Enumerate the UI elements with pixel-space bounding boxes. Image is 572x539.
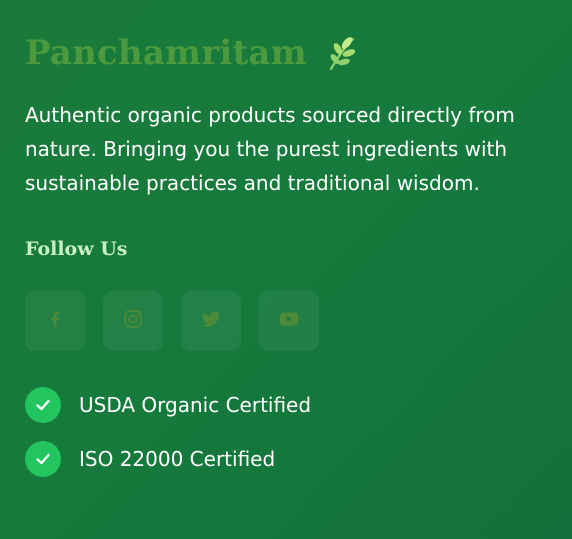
youtube-icon	[278, 308, 300, 334]
certification-item: ISO 22000 Certified	[25, 441, 555, 477]
brand-description: Authentic organic products sourced direc…	[25, 103, 515, 195]
certification-item: USDA Organic Certified	[25, 387, 555, 423]
leaf-icon	[325, 35, 359, 71]
facebook-icon	[44, 308, 66, 334]
certification-label: ISO 22000 Certified	[79, 447, 276, 471]
check-icon	[25, 441, 61, 477]
twitter-icon	[200, 308, 222, 334]
instagram-button[interactable]	[103, 291, 163, 351]
certifications-list: USDA Organic Certified ISO 22000 Certifi…	[25, 387, 555, 495]
brand-name: Panchamritam	[25, 33, 307, 73]
brand-row: Panchamritam	[25, 30, 359, 76]
social-links	[25, 291, 319, 351]
youtube-button[interactable]	[259, 291, 319, 351]
twitter-button[interactable]	[181, 291, 241, 351]
facebook-button[interactable]	[25, 291, 85, 351]
follow-us-heading: Follow Us	[25, 238, 128, 260]
instagram-icon	[122, 308, 144, 334]
certification-label: USDA Organic Certified	[79, 393, 312, 417]
check-icon	[25, 387, 61, 423]
